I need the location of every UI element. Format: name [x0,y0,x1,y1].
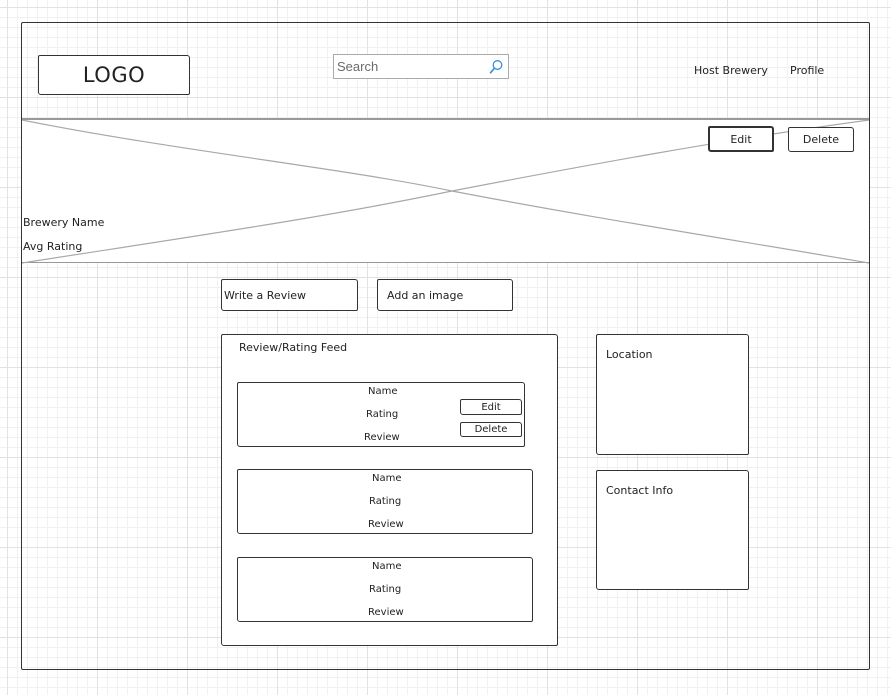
delete-review-label: Delete [474,424,508,435]
edit-review-label: Edit [481,401,501,413]
write-review-label: Write a Review [224,288,307,302]
review-name: Name [372,561,402,572]
review-rating: Rating [366,409,399,420]
review-name: Name [368,386,398,397]
search-input[interactable] [337,57,485,76]
edit-review-button[interactable]: Edit [460,399,522,415]
review-card: Name Rating Review [237,469,533,534]
add-image-label: Add an image [387,288,464,302]
logo-text: LOGO [82,63,146,87]
delete-review-button[interactable]: Delete [460,422,522,437]
review-rating: Rating [369,584,402,595]
review-text: Review [364,432,400,443]
search-box[interactable] [333,54,509,79]
avg-rating: Avg Rating [23,240,83,253]
review-card: Name Rating Review [237,557,533,622]
nav-link-profile[interactable]: Profile [790,64,824,77]
location-panel: Location [596,334,749,455]
logo: LOGO [38,55,190,95]
brewery-name: Brewery Name [23,216,105,229]
add-image-button[interactable]: Add an image [377,279,513,311]
nav-link-host-brewery[interactable]: Host Brewery [694,64,768,77]
write-review-button[interactable]: Write a Review [221,279,358,311]
contact-info-title: Contact Info [606,484,674,497]
delete-brewery-button[interactable]: Delete [788,127,854,152]
review-text: Review [368,607,404,618]
edit-brewery-button[interactable]: Edit [708,126,774,152]
delete-brewery-label: Delete [802,133,840,146]
review-text: Review [368,519,404,530]
contact-info-panel: Contact Info [596,470,749,590]
review-rating: Rating [369,496,402,507]
search-icon[interactable] [488,59,504,75]
review-name: Name [372,473,402,484]
review-feed-title: Review/Rating Feed [239,341,348,354]
location-title: Location [606,348,653,361]
edit-brewery-label: Edit [730,132,752,146]
